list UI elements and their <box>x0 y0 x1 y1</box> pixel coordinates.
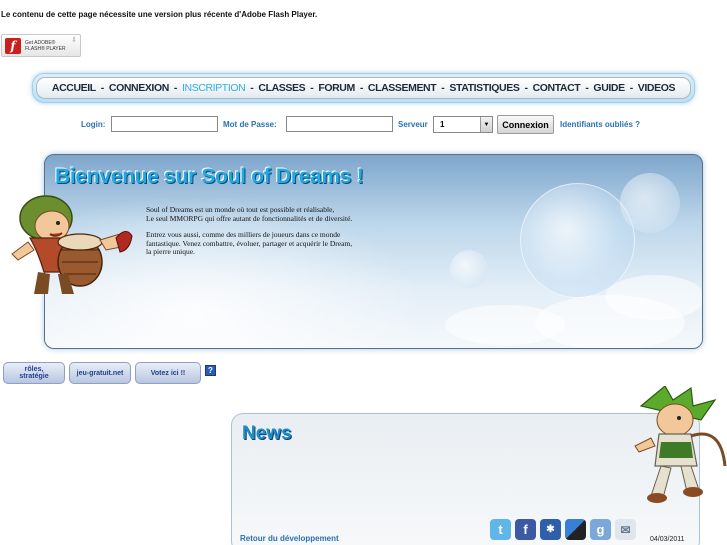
flash-notice: Le contenu de cette page nécessite une v… <box>1 10 318 19</box>
get-flash-player-button[interactable]: f Get ADOBE® FLASH® PLAYER ⇩ <box>1 34 81 57</box>
password-input[interactable] <box>286 116 393 132</box>
news-date: 04/03/2011 <box>650 536 685 543</box>
news-article-link[interactable]: Retour du développement <box>240 534 339 543</box>
main-menu-items: ACCUEIL - CONNEXION - INSCRIPTION - CLASSES - FO… <box>36 77 691 99</box>
menu-separator: - <box>524 82 528 94</box>
page: Le contenu de cette page nécessite une v… <box>0 0 727 545</box>
menu-separator: - <box>100 82 105 94</box>
menu-separator: - <box>629 82 634 94</box>
welcome-text: Soul of Dreams est un monde où tout est … <box>146 205 446 265</box>
menu-separator: - <box>250 82 254 94</box>
welcome-text-line: la pierre unique. <box>146 247 195 256</box>
menu-separator: - <box>173 82 178 94</box>
password-label: Mot de Passe: <box>223 120 277 129</box>
myspace-icon[interactable]: ✱ <box>540 519 561 540</box>
menu-separator: - <box>310 82 314 94</box>
roles-strategie-line1: rôles, <box>24 366 44 373</box>
menu-separator: - <box>359 82 364 94</box>
menu-item-accueil[interactable]: ACCUEIL <box>52 82 96 94</box>
menu-item-inscription[interactable]: INSCRIPTION <box>182 82 246 94</box>
menu-item-forum[interactable]: FORUM <box>318 82 355 94</box>
roles-strategie-line2: stratégie <box>19 373 49 380</box>
menu-item-connexion[interactable]: CONNEXION <box>109 82 169 94</box>
menu-item-guide[interactable]: GUIDE <box>593 82 625 94</box>
google-icon[interactable]: g <box>590 519 611 540</box>
menu-separator: - <box>585 82 589 94</box>
welcome-panel: Bienvenue sur Soul of Dreams ! Soul of D… <box>44 154 703 349</box>
delicious-icon[interactable] <box>565 519 586 540</box>
vote-button[interactable]: Votez ici !! <box>135 362 201 384</box>
login-form: Login: Mot de Passe: Serveur 1 ▼ Connexi… <box>0 115 727 135</box>
login-input[interactable] <box>111 116 218 132</box>
roles-strategie-button[interactable]: rôles, stratégie <box>3 362 65 384</box>
flash-logo-icon: f <box>5 37 21 54</box>
jeu-gratuit-button[interactable]: jeu-gratuit.net <box>69 362 131 384</box>
help-icon[interactable]: ? <box>205 365 216 376</box>
menu-item-videos[interactable]: VIDEOS <box>638 82 676 94</box>
welcome-title: Bienvenue sur Soul of Dreams ! <box>55 165 364 188</box>
login-label: Login: <box>81 120 106 129</box>
chevron-down-icon[interactable]: ▼ <box>480 117 492 132</box>
news-title: News <box>242 423 292 444</box>
archer-character-illustration <box>634 386 727 503</box>
planet-graphic-small <box>620 173 680 233</box>
server-select[interactable]: 1 ▼ <box>433 116 493 133</box>
menu-item-classes[interactable]: CLASSES <box>258 82 305 94</box>
facebook-icon[interactable]: f <box>515 519 536 540</box>
flash-badge-text: Get ADOBE® FLASH® PLAYER <box>25 40 66 52</box>
server-select-value: 1 <box>440 120 445 129</box>
planet-graphic <box>520 183 635 298</box>
download-arrow-icon: ⇩ <box>71 37 77 44</box>
menu-item-statistiques[interactable]: STATISTIQUES <box>449 82 519 94</box>
moon-graphic <box>450 250 488 288</box>
welcome-text-line: Le seul MMORPG qui offre autant de fonct… <box>146 213 353 223</box>
news-panel: News t f ✱ g ✉ Retour du développement 0… <box>231 413 700 545</box>
flash-badge-line2: FLASH® PLAYER <box>25 45 66 52</box>
forgot-credentials-link[interactable]: Identifiants oubliés ? <box>560 120 640 129</box>
twitter-icon[interactable]: t <box>490 519 511 540</box>
main-menu: ACCUEIL - CONNEXION - INSCRIPTION - CLASSES - FO… <box>32 73 695 103</box>
server-label: Serveur <box>398 120 428 129</box>
menu-item-classement[interactable]: CLASSEMENT <box>368 82 437 94</box>
menu-separator: - <box>441 82 445 94</box>
menu-item-contact[interactable]: CONTACT <box>533 82 581 94</box>
email-icon[interactable]: ✉ <box>615 519 636 540</box>
connexion-button[interactable]: Connexion <box>497 115 554 134</box>
drummer-character-illustration <box>11 195 133 294</box>
